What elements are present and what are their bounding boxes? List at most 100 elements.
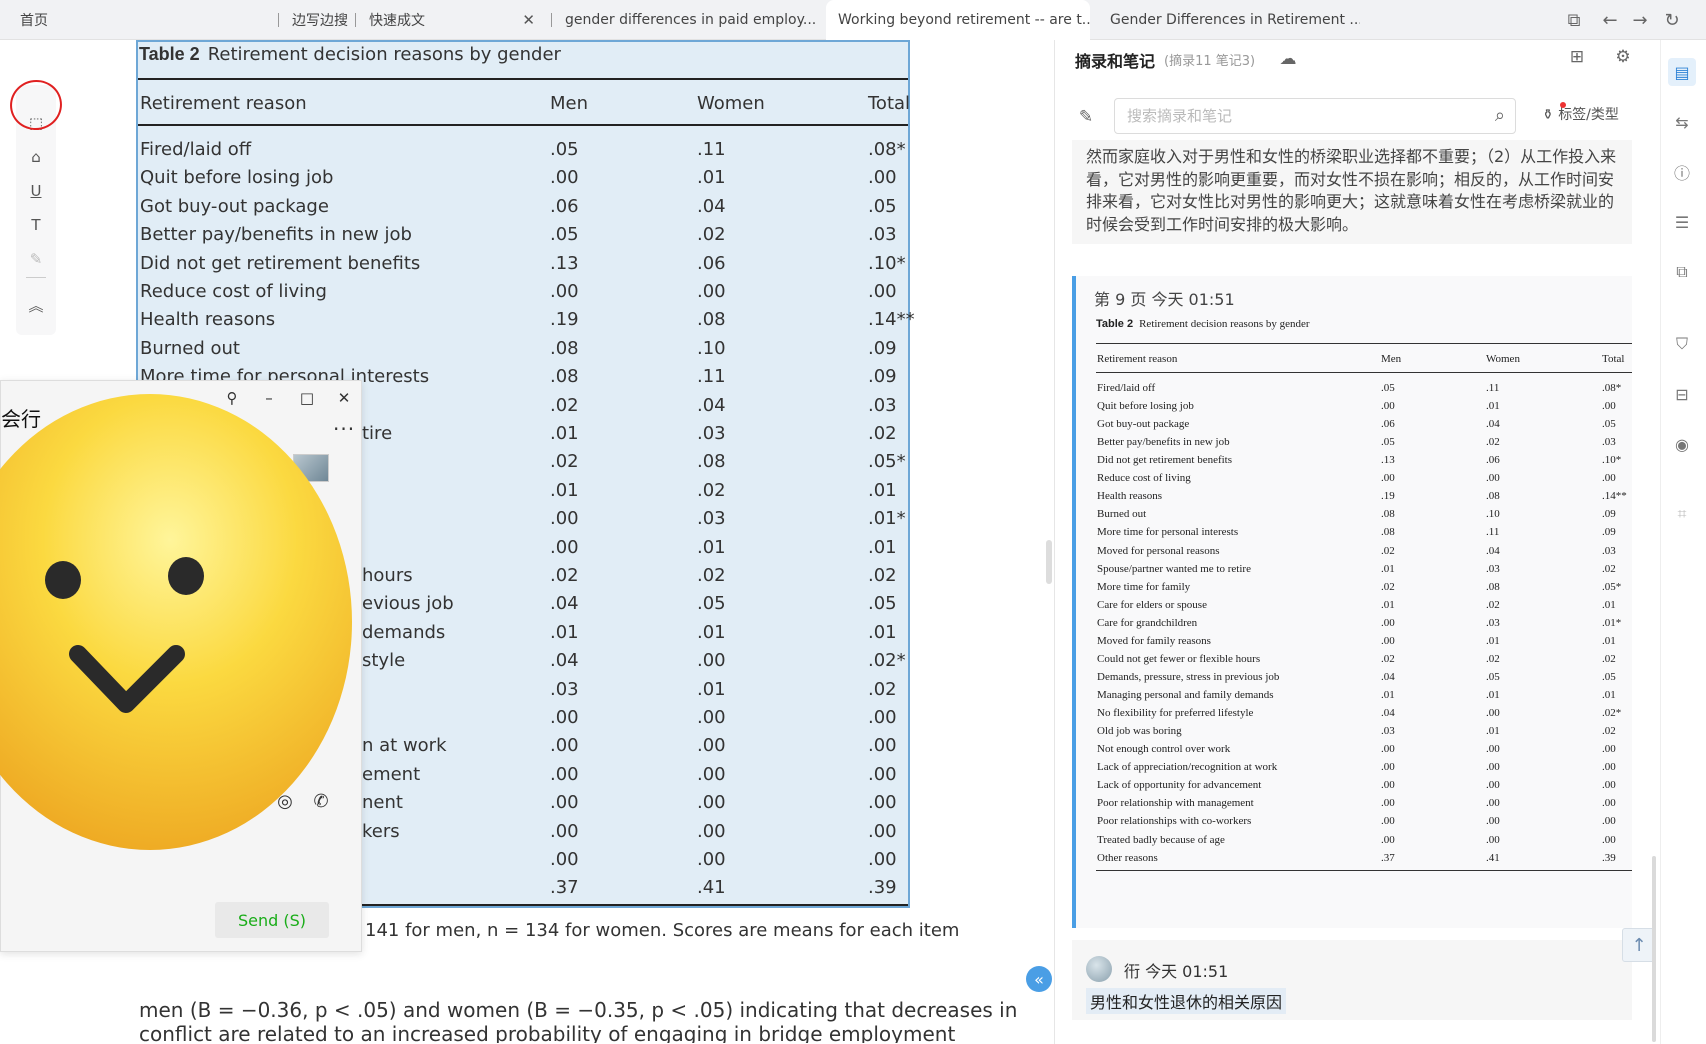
table-cell: .01	[868, 536, 897, 558]
right-rail	[1660, 40, 1706, 1044]
body-line: men (B = −0.36, p < .05) and women (B = …	[139, 998, 1018, 1022]
search-input[interactable]	[1115, 99, 1455, 133]
mini-table-row: More time for family .02 .08 .05*	[1076, 581, 1632, 599]
mini-table-row: Not enough control over work .00 .00 .00	[1076, 743, 1632, 761]
table-cell: .09	[868, 337, 897, 359]
tab-label: 首页	[20, 13, 48, 29]
mini-table-header: Retirement reason Men Women Total	[1076, 353, 1632, 371]
tab-label: Gender Differences in Retirement ...	[1110, 12, 1360, 28]
settings-icon[interactable]: ⚙	[1612, 46, 1634, 68]
mini-table-cell: .08	[1381, 526, 1395, 539]
table-cell: .19	[550, 309, 579, 331]
table-cell: .00	[868, 763, 897, 785]
mini-table-cell: .00	[1381, 743, 1395, 756]
mini-table-cell: .00	[1602, 400, 1616, 413]
mini-table-row: Could not get fewer or flexible hours .02…	[1076, 653, 1632, 671]
table-row: Did not get retirement benefits .13 .06 .10…	[0, 253, 920, 281]
mini-table-cell: .01	[1486, 725, 1500, 738]
mini-table-cell: .00	[1381, 815, 1395, 828]
panel-title: 摘录和笔记	[1075, 52, 1156, 71]
notes-icon[interactable]: ▤	[1668, 58, 1696, 86]
table-cell: .01	[550, 423, 579, 444]
mini-table-cell: Health reasons	[1097, 490, 1163, 503]
mini-table-cell: .00	[1602, 779, 1616, 792]
cloud-sync-icon[interactable]: ☁	[1277, 48, 1299, 70]
duplicate-window-icon[interactable]: ⧉	[1562, 8, 1586, 32]
tab-working-beyond[interactable]: Working beyond retirement -- are t...✕	[826, 0, 1090, 40]
table-cell: .00	[697, 281, 726, 302]
table-cell: .00	[868, 167, 897, 189]
close-icon[interactable]: ✕	[514, 11, 535, 29]
tab-quick-write[interactable]: 快速成文 ✕	[357, 0, 547, 40]
table-cell: .03	[697, 423, 726, 444]
mini-table-cell: .00	[1486, 761, 1500, 774]
panel-scrollbar[interactable]	[1652, 856, 1656, 1042]
mini-table-cell: .00	[1602, 761, 1616, 774]
excerpt-card[interactable]: 第 9 页 今天 01:51 Table 2 Retirement decisio…	[1072, 276, 1632, 928]
filter-button[interactable]: ⚱ 标签/类型	[1542, 102, 1619, 124]
mini-table-row: Poor relationship with management .00 .00.…	[1076, 797, 1632, 815]
bookmark-icon[interactable]: ⛉	[1668, 330, 1696, 358]
scan-icon[interactable]: ⌗	[1668, 500, 1696, 528]
table-cell: .10*	[868, 252, 906, 274]
mini-table-cell: .09	[1602, 526, 1616, 539]
table-cell: .00	[550, 849, 579, 870]
refresh-icon[interactable]: ↻	[1660, 8, 1684, 32]
table-cell: .01	[868, 479, 897, 501]
table-cell: .01	[868, 621, 897, 643]
grid-view-icon[interactable]: ⊞	[1566, 46, 1588, 68]
table-cell: .00	[697, 763, 726, 785]
tab-paid-employ[interactable]: gender differences in paid employ...✕	[553, 0, 815, 40]
table-cell: .01	[697, 167, 726, 189]
table-cell: .04	[697, 195, 726, 217]
tab-label: 边写边搜	[292, 13, 348, 29]
table-cell: .01*	[868, 508, 906, 530]
mini-table-row: Moved for personal reasons .02 .04 .03	[1076, 545, 1632, 563]
note-card[interactable]: 衎 今天 01:51 男性和女性退休的相关原因	[1072, 940, 1632, 1020]
scroll-to-top-icon[interactable]: ↑	[1622, 928, 1656, 962]
mini-table-cell: .01*	[1602, 616, 1622, 629]
mini-table-cell: .19	[1381, 490, 1395, 503]
table-cell: .02	[550, 394, 579, 416]
mini-table-row: Lack of opportunity for advancement .00 .0…	[1076, 779, 1632, 797]
table-cell: .03	[868, 224, 897, 246]
column-header: Retirement reason	[140, 93, 307, 114]
mini-table-rule	[1096, 870, 1632, 871]
mini-table-cell: Quit before losing job	[1097, 400, 1194, 413]
panel-splitter[interactable]	[1046, 540, 1052, 584]
ai-icon[interactable]: ◉	[1668, 430, 1696, 458]
search-icon[interactable]: ⌕	[1495, 105, 1505, 126]
mini-table-cell: .00	[1381, 472, 1395, 485]
mini-table-row: Care for elders or spouse .01 .02 .01	[1076, 599, 1632, 617]
table-cell: demands	[362, 621, 446, 643]
send-button[interactable]: Send (S)	[215, 902, 329, 938]
table-cell: .01	[697, 678, 726, 700]
table-cell: .00	[550, 536, 579, 558]
mini-table-cell: .10	[1486, 508, 1500, 521]
table-cell: .03	[697, 508, 726, 530]
table-rule	[138, 124, 908, 126]
mini-table-cell: Poor relationships with co-workers	[1097, 815, 1252, 828]
edit-note-icon[interactable]: ✎	[1075, 106, 1097, 128]
mini-table-cell: .01	[1602, 598, 1616, 611]
mini-table-cell: .02	[1486, 598, 1500, 611]
translate-icon[interactable]: ⇆	[1668, 108, 1696, 136]
search-doc-icon[interactable]: ☰	[1668, 208, 1696, 236]
book-icon[interactable]: ⊟	[1668, 380, 1696, 408]
table-cell: .00	[550, 735, 579, 757]
notes-search[interactable]: ⌕	[1114, 98, 1516, 134]
back-arrow-icon[interactable]: ←	[1598, 8, 1622, 32]
mini-table-cell: Lack of appreciation/recognition at work	[1097, 761, 1278, 774]
table-cell: .05	[550, 224, 579, 246]
forward-arrow-icon[interactable]: →	[1628, 8, 1652, 32]
tab-gender-differences[interactable]: Gender Differences in Retirement ...✕	[1098, 0, 1360, 40]
table-cell: .01	[697, 621, 726, 643]
mini-table-cell: .02	[1486, 436, 1500, 449]
tab-home[interactable]: 首页	[8, 0, 98, 40]
copy-icon[interactable]: ⧉	[1668, 258, 1696, 286]
note-card[interactable]: 然而家庭收入对于男性和女性的桥梁职业选择都不重要；（2）从工作投入来看，它对男性…	[1072, 140, 1632, 244]
info-icon[interactable]: ⓘ	[1668, 158, 1696, 186]
mini-table-row: Better pay/benefits in new job .05 .02 .03	[1076, 436, 1632, 454]
mini-table-cell: .08	[1381, 508, 1395, 521]
collapse-panel-icon[interactable]: «	[1026, 966, 1052, 992]
